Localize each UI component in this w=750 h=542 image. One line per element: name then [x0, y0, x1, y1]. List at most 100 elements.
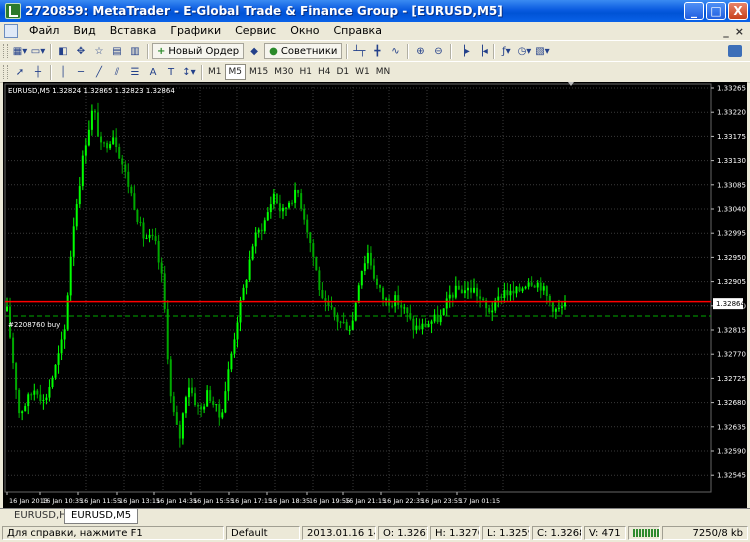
- data-window-icon[interactable]: ✥: [73, 43, 89, 59]
- candle-body: [248, 259, 251, 280]
- timeframe-d1[interactable]: D1: [333, 65, 352, 79]
- time-tick-label: 16 Jan 15:55: [193, 497, 234, 505]
- candle-body: [506, 290, 509, 296]
- candle-body: [385, 298, 388, 300]
- toolbar-grip[interactable]: [3, 44, 8, 58]
- expert-advisors-button[interactable]: ● Советники: [264, 43, 343, 59]
- candle-body: [257, 229, 260, 233]
- price-tick-label: 1.32770: [717, 351, 746, 359]
- profiles-icon[interactable]: ▭▾: [30, 43, 46, 59]
- child-close-button[interactable]: ×: [735, 25, 744, 38]
- child-minimize-button[interactable]: _: [723, 25, 729, 38]
- menu-view[interactable]: Вид: [66, 22, 102, 40]
- channel-icon[interactable]: ⫽: [109, 64, 125, 80]
- chart-window[interactable]: 1.33265 1.33220 1.33175 1.33130 1.33085 1.330…: [3, 82, 747, 508]
- price-tick-label: 1.33130: [717, 157, 746, 165]
- vertical-line-icon[interactable]: │: [55, 64, 71, 80]
- timeframe-m30[interactable]: M30: [271, 65, 296, 79]
- price-tick-label: 1.32725: [717, 375, 746, 383]
- terminal-icon[interactable]: ▤: [109, 43, 125, 59]
- tab-eurusd-m5[interactable]: EURUSD,M5: [64, 509, 139, 524]
- indicators-icon[interactable]: ƒ▾: [498, 43, 514, 59]
- candle-body: [60, 339, 63, 354]
- chart-shift-icon[interactable]: ▕◂: [473, 43, 489, 59]
- status-high: H: 1.32700: [430, 526, 480, 540]
- candle-body: [372, 265, 375, 279]
- candle-body: [78, 186, 81, 205]
- timeframe-h1[interactable]: H1: [296, 65, 315, 79]
- price-tick-label: 1.33085: [717, 181, 746, 189]
- line-chart-icon[interactable]: ∿: [387, 43, 403, 59]
- candle-body: [51, 377, 54, 388]
- horizontal-line-icon[interactable]: ─: [73, 64, 89, 80]
- candle-body: [379, 284, 382, 288]
- candle-body: [166, 309, 169, 360]
- crosshair-icon[interactable]: ┼: [30, 64, 46, 80]
- fibonacci-icon[interactable]: ☰: [127, 64, 143, 80]
- zoom-in-icon[interactable]: ⊕: [412, 43, 428, 59]
- candle-body: [321, 289, 324, 299]
- expert-advisors-icon: ●: [269, 45, 278, 57]
- menu-tools[interactable]: Сервис: [228, 22, 283, 40]
- candle-body: [154, 236, 157, 242]
- periods-icon[interactable]: ◷▾: [516, 43, 532, 59]
- timeframe-w1[interactable]: W1: [352, 65, 373, 79]
- candle-body: [476, 287, 479, 297]
- menu-file[interactable]: Файл: [22, 22, 66, 40]
- candle-body: [315, 256, 318, 271]
- trendline-icon[interactable]: ╱: [91, 64, 107, 80]
- metaeditor-icon[interactable]: ◆: [246, 43, 262, 59]
- cursor-icon[interactable]: ➚: [12, 64, 28, 80]
- candle-body: [303, 208, 306, 220]
- candle-body: [536, 282, 539, 288]
- strategy-tester-icon[interactable]: ▥: [127, 43, 143, 59]
- status-low: L: 1.32595: [482, 526, 530, 540]
- candle-body: [69, 256, 72, 296]
- candle-body: [206, 390, 209, 407]
- menu-insert[interactable]: Вставка: [103, 22, 164, 40]
- templates-icon[interactable]: ▧▾: [534, 43, 550, 59]
- market-watch-icon[interactable]: ◧: [55, 43, 71, 59]
- timeframe-m5[interactable]: M5: [224, 64, 246, 80]
- toolbar-separator: [50, 64, 51, 80]
- candle-body: [360, 271, 363, 286]
- candle-body: [118, 147, 121, 159]
- timeframe-mn[interactable]: MN: [373, 65, 394, 79]
- arrows-icon[interactable]: ↕▾: [181, 64, 197, 80]
- zoom-out-icon[interactable]: ⊖: [430, 43, 446, 59]
- time-tick-label: 16 Jan 11:55: [80, 497, 121, 505]
- candlestick-chart-icon[interactable]: ╋: [369, 43, 385, 59]
- toolbar-grip[interactable]: [3, 65, 8, 79]
- menu-help[interactable]: Справка: [326, 22, 388, 40]
- current-price-label: 1.32864: [716, 300, 745, 308]
- candle-body: [318, 270, 321, 290]
- chart-window-icon[interactable]: [4, 24, 18, 38]
- minimize-button[interactable]: _: [684, 2, 704, 20]
- bar-chart-icon[interactable]: ┴┬: [351, 43, 367, 59]
- candle-body: [545, 286, 548, 296]
- new-chart-icon[interactable]: ▦▾: [12, 43, 28, 59]
- close-button[interactable]: X: [728, 2, 748, 20]
- price-chart[interactable]: 1.33265 1.33220 1.33175 1.33130 1.33085 1.330…: [3, 82, 747, 508]
- text-label-icon[interactable]: T: [163, 64, 179, 80]
- new-order-button[interactable]: + Новый Ордер: [152, 43, 245, 59]
- timeframe-m1[interactable]: M1: [205, 65, 225, 79]
- candle-body: [72, 226, 75, 257]
- candle-body: [30, 394, 33, 396]
- text-icon[interactable]: A: [145, 64, 161, 80]
- navigator-icon[interactable]: ☆: [91, 43, 107, 59]
- timeframe-h4[interactable]: H4: [315, 65, 334, 79]
- chat-icon[interactable]: [728, 45, 742, 57]
- title-bar[interactable]: 2720859: MetaTrader - E-Global Trade & F…: [0, 0, 750, 22]
- maximize-button[interactable]: □: [706, 2, 726, 20]
- candle-body: [275, 193, 278, 204]
- auto-scroll-icon[interactable]: ▕▸: [455, 43, 471, 59]
- timeframe-m15[interactable]: M15: [246, 65, 271, 79]
- window-title: 2720859: MetaTrader - E-Global Trade & F…: [25, 4, 503, 18]
- candle-body: [430, 321, 433, 324]
- candle-body: [209, 390, 212, 402]
- menu-charts[interactable]: Графики: [163, 22, 228, 40]
- menu-window[interactable]: Окно: [283, 22, 326, 40]
- candle-body: [391, 305, 394, 307]
- candle-body: [200, 406, 203, 410]
